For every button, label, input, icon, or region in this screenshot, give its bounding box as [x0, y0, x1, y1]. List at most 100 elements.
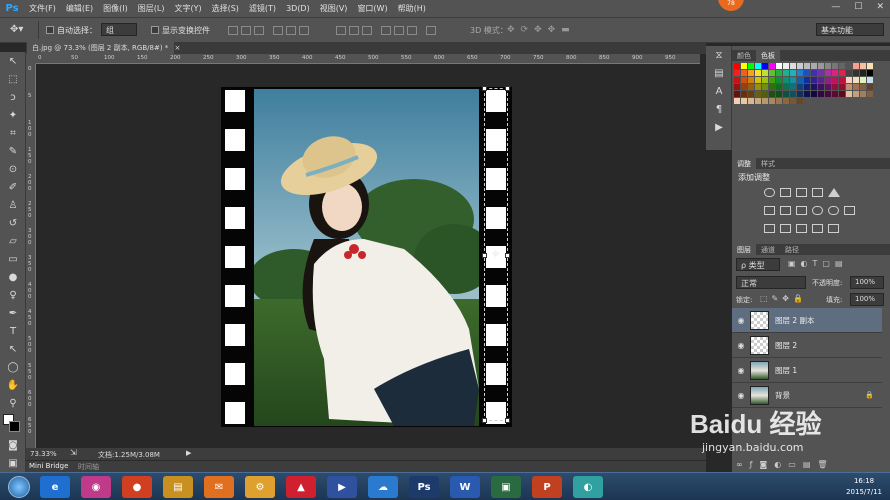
auto-select-checkbox[interactable] — [46, 26, 54, 34]
color-swatch[interactable] — [762, 91, 768, 97]
color-swatch[interactable] — [853, 63, 859, 69]
color-swatch[interactable] — [783, 98, 789, 104]
color-swatch[interactable] — [825, 77, 831, 83]
color-swatch[interactable] — [804, 77, 810, 83]
color-swatch[interactable] — [832, 91, 838, 97]
menu-filter[interactable]: 滤镜(T) — [244, 3, 281, 14]
threshold-icon[interactable] — [796, 224, 807, 233]
color-swatch[interactable] — [734, 84, 740, 90]
pen-tool-icon[interactable]: ✒ — [0, 304, 26, 322]
auto-select-dropdown[interactable]: 组 — [101, 23, 137, 36]
color-swatch[interactable] — [860, 70, 866, 76]
gradient-tool-icon[interactable]: ▭ — [0, 250, 26, 268]
transform-handle-ml[interactable] — [482, 253, 487, 258]
align-hcenter-icon[interactable] — [286, 26, 296, 35]
color-swatch[interactable] — [783, 84, 789, 90]
color-swatch[interactable] — [853, 91, 859, 97]
color-swatch[interactable] — [776, 70, 782, 76]
color-swatch[interactable] — [797, 91, 803, 97]
transform-handle-br[interactable] — [505, 418, 510, 423]
color-swatch[interactable] — [755, 84, 761, 90]
magic-wand-tool-icon[interactable]: ✦ — [0, 106, 26, 124]
color-swatch[interactable] — [776, 77, 782, 83]
distribute-hcenter-icon[interactable] — [394, 26, 404, 35]
maximize-button[interactable]: ☐ — [854, 2, 862, 12]
color-swatch[interactable] — [818, 77, 824, 83]
color-swatch[interactable] — [867, 84, 873, 90]
color-swatch[interactable] — [825, 70, 831, 76]
distribute-top-icon[interactable] — [336, 26, 346, 35]
dodge-tool-icon[interactable]: ♀ — [0, 286, 26, 304]
tab-layers[interactable]: 图层 — [732, 244, 756, 255]
visibility-eye-icon[interactable]: ◉ — [732, 391, 750, 400]
properties-panel-icon[interactable]: ▤ — [706, 64, 732, 82]
color-swatch[interactable] — [783, 63, 789, 69]
eyedropper-tool-icon[interactable]: ✎ — [0, 142, 26, 160]
color-swatch[interactable] — [734, 77, 740, 83]
layer-filter-dropdown[interactable]: ρ 类型 — [736, 258, 780, 271]
minimize-button[interactable]: — — [831, 2, 840, 12]
crop-tool-icon[interactable]: ⌗ — [0, 124, 26, 142]
quick-mask-icon[interactable]: ◙ — [0, 436, 26, 454]
color-swatch[interactable] — [839, 91, 845, 97]
taskbar-app-icon[interactable]: ▲ — [286, 476, 316, 498]
background-color[interactable] — [9, 421, 20, 432]
color-swatch[interactable] — [783, 77, 789, 83]
taskbar-app-icon[interactable]: ▤ — [163, 476, 193, 498]
color-swatch[interactable] — [839, 70, 845, 76]
color-swatch[interactable] — [825, 91, 831, 97]
color-swatch[interactable] — [741, 77, 747, 83]
color-swatch[interactable] — [734, 98, 740, 104]
color-swatch[interactable] — [769, 70, 775, 76]
history-brush-tool-icon[interactable]: ↺ — [0, 214, 26, 232]
lasso-tool-icon[interactable]: ↄ — [0, 88, 26, 106]
color-swatch[interactable] — [832, 84, 838, 90]
color-swatch[interactable] — [769, 77, 775, 83]
color-swatch[interactable] — [832, 77, 838, 83]
menu-window[interactable]: 窗口(W) — [352, 3, 392, 14]
transform-handle-bl[interactable] — [482, 418, 487, 423]
paragraph-panel-icon[interactable]: ¶ — [706, 100, 732, 118]
workspace-dropdown[interactable]: 基本功能 — [816, 23, 884, 36]
color-swatch[interactable] — [825, 84, 831, 90]
show-transform-checkbox[interactable] — [151, 26, 159, 34]
start-button[interactable] — [3, 473, 33, 500]
color-swatch[interactable] — [846, 84, 852, 90]
fill-input[interactable]: 100% — [850, 293, 884, 306]
layer-row[interactable]: ◉ 图层 2 副本 — [732, 308, 882, 333]
blur-tool-icon[interactable]: ● — [0, 268, 26, 286]
status-menu-arrow-icon[interactable]: ▶ — [186, 449, 191, 457]
healing-brush-tool-icon[interactable]: ⊙ — [0, 160, 26, 178]
channel-mixer-icon[interactable] — [828, 206, 839, 215]
color-swatch[interactable] — [755, 91, 761, 97]
menu-select[interactable]: 选择(S) — [207, 3, 244, 14]
color-swatch[interactable] — [783, 91, 789, 97]
timeline-tab[interactable]: 时间轴 — [78, 462, 99, 472]
color-swatch[interactable] — [818, 63, 824, 69]
layer-filter-icons[interactable]: ▣◐T▢▤ — [788, 259, 848, 268]
taskbar-app-icon[interactable]: ● — [122, 476, 152, 498]
taskbar-app-icon[interactable]: P — [532, 476, 562, 498]
color-swatch[interactable] — [762, 77, 768, 83]
color-swatch[interactable] — [818, 70, 824, 76]
taskbar-app-icon[interactable]: ▶ — [327, 476, 357, 498]
color-swatch[interactable] — [867, 70, 873, 76]
color-swatch[interactable] — [776, 84, 782, 90]
hand-tool-icon[interactable]: ✋ — [0, 376, 26, 394]
color-swatch[interactable] — [769, 63, 775, 69]
visibility-eye-icon[interactable]: ◉ — [732, 341, 750, 350]
color-swatch[interactable] — [741, 91, 747, 97]
color-swatch[interactable] — [839, 63, 845, 69]
menu-image[interactable]: 图像(I) — [98, 3, 133, 14]
brush-tool-icon[interactable]: ✐ — [0, 178, 26, 196]
color-swatch[interactable] — [839, 77, 845, 83]
transform-handle-tr[interactable] — [505, 86, 510, 91]
menu-type[interactable]: 文字(Y) — [169, 3, 206, 14]
color-swatch[interactable] — [811, 91, 817, 97]
close-button[interactable]: ✕ — [876, 2, 884, 12]
color-swatch[interactable] — [755, 70, 761, 76]
taskbar-app-icon[interactable]: ☁ — [368, 476, 398, 498]
align-bottom-icon[interactable] — [254, 26, 264, 35]
color-swatch[interactable] — [762, 63, 768, 69]
tab-adjustments[interactable]: 调整 — [732, 158, 756, 169]
